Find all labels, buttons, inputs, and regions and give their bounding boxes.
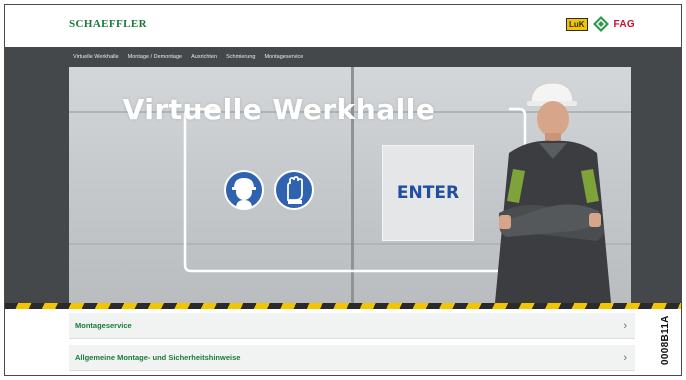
brand-logos: LuK FAG (565, 16, 635, 32)
worker-figure (495, 82, 611, 303)
main-nav: Virtuelle Werkhalle Montage / Demontage … (5, 47, 681, 67)
caution-stripe (5, 303, 681, 309)
nav-item-ausrichten[interactable]: Ausrichten (191, 54, 217, 60)
safety-helmet-icon[interactable] (224, 170, 264, 210)
accordion-label: Allgemeine Montage- und Sicherheitshinwe… (75, 353, 241, 362)
enter-button[interactable]: ENTER (382, 145, 474, 241)
accordion-label: Montageservice (75, 321, 132, 330)
accordion-item-montageservice[interactable]: Montageservice › (69, 313, 635, 339)
accordion: Montageservice › Allgemeine Montage- und… (69, 313, 635, 375)
fag-logo: FAG (613, 18, 635, 30)
schaeffler-logo[interactable]: SCHAEFFLER (69, 18, 147, 30)
nav-item-montage-demontage[interactable]: Montage / Demontage (128, 54, 182, 60)
accordion-item-sicherheitshinweise[interactable]: Allgemeine Montage- und Sicherheitshinwe… (69, 345, 635, 371)
figure-code: 0008B11A (660, 315, 671, 365)
side-panel-right (631, 67, 681, 303)
safety-glove-icon[interactable] (274, 170, 314, 210)
side-panel-left (5, 67, 69, 303)
app-window: SCHAEFFLER LuK FAG Virtuelle Werkhalle M… (4, 4, 682, 376)
nav-item-montageservice[interactable]: Montageservice (264, 54, 303, 60)
chevron-right-icon: › (623, 352, 627, 364)
chevron-right-icon: › (623, 320, 627, 332)
hero-banner: Virtuelle Werkhalle ENTER (69, 67, 631, 303)
site-header: SCHAEFFLER LuK FAG (5, 5, 681, 47)
luk-logo: LuK (565, 17, 588, 31)
hero-title: Virtuelle Werkhalle (122, 93, 436, 126)
ina-diamond-icon (592, 16, 609, 32)
nav-item-virtuelle-werkhalle[interactable]: Virtuelle Werkhalle (73, 54, 119, 60)
nav-item-schmierung[interactable]: Schmierung (226, 54, 255, 60)
